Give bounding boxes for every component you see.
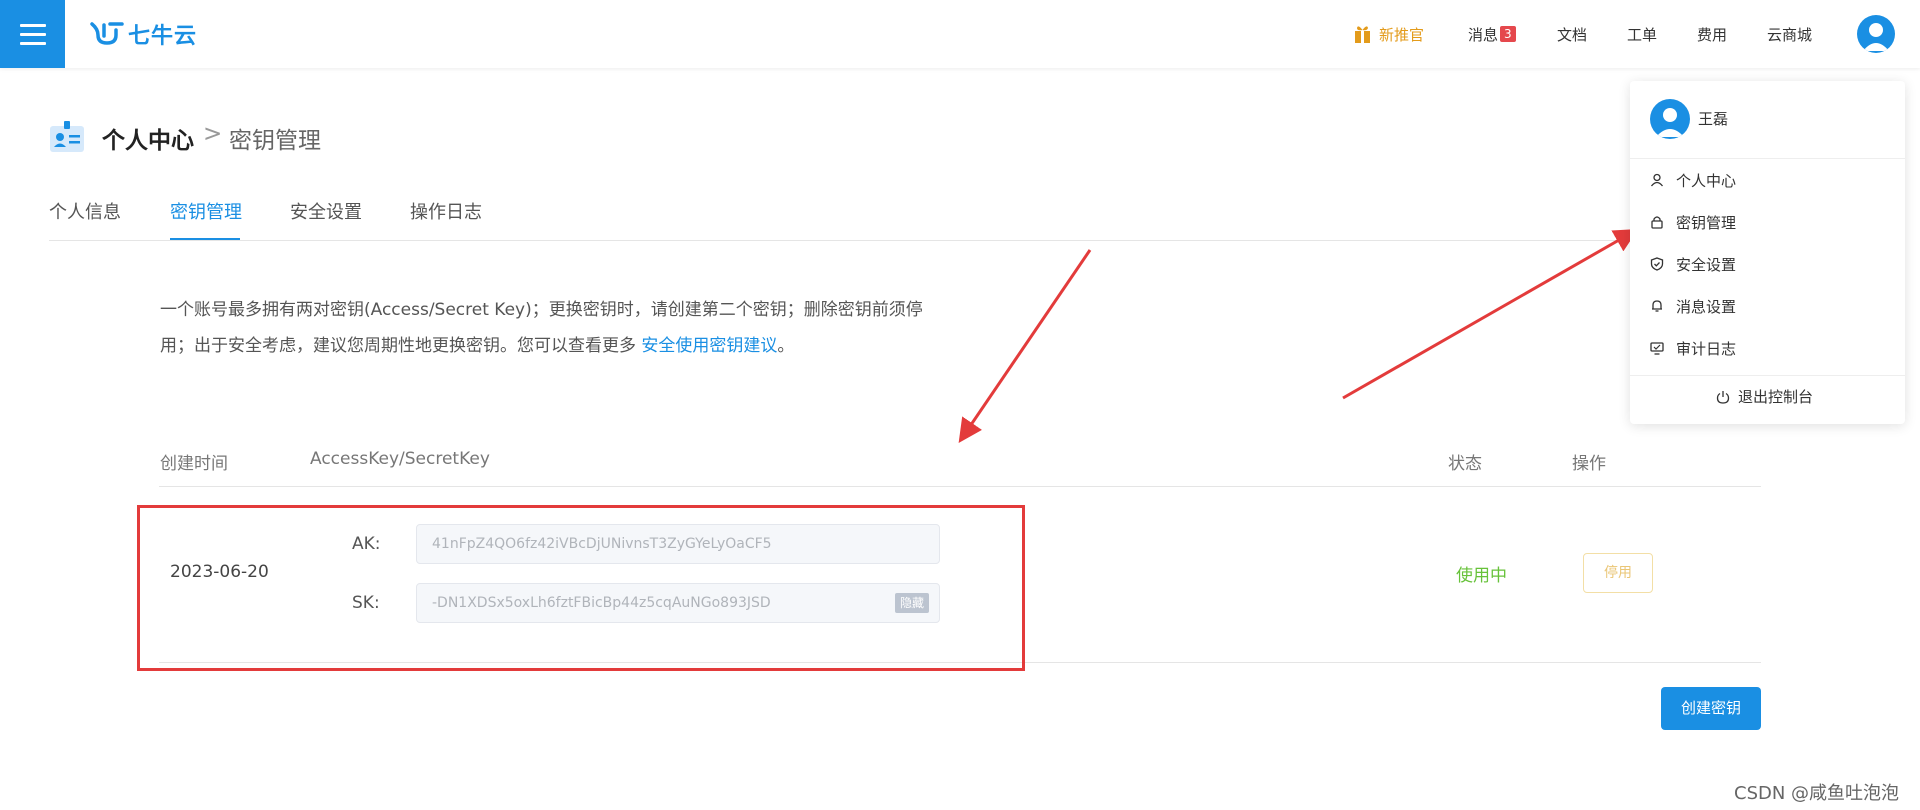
avatar-icon	[1656, 108, 1684, 137]
menu-item-audit-log[interactable]: 审计日志	[1650, 337, 1736, 359]
dropdown-divider	[1630, 158, 1905, 159]
user-icon	[1650, 173, 1664, 187]
menu-item-personal-center[interactable]: 个人中心	[1650, 169, 1736, 191]
user-dropdown-menu: 王磊 个人中心 密钥管理 安全设置 消息设置 审计日志 退出控制台	[1630, 81, 1905, 424]
bell-icon	[1652, 300, 1662, 312]
lock-icon	[1651, 216, 1663, 229]
monitor-icon	[1650, 342, 1664, 355]
watermark: CSDN @咸鱼吐泡泡	[1734, 783, 1900, 804]
dropdown-username: 王磊	[1698, 110, 1729, 128]
menu-item-security-settings[interactable]: 安全设置	[1650, 253, 1736, 275]
annotation-arrow-to-table	[958, 249, 1092, 443]
dropdown-divider	[1630, 375, 1905, 376]
power-icon	[1716, 390, 1730, 404]
menu-item-message-settings[interactable]: 消息设置	[1650, 295, 1736, 317]
annotation-arrow-to-menu	[1342, 229, 1639, 400]
dropdown-avatar	[1650, 99, 1690, 139]
logout-button[interactable]: 退出控制台	[1716, 386, 1813, 407]
shield-check-icon	[1650, 257, 1664, 271]
menu-item-key-management[interactable]: 密钥管理	[1650, 211, 1736, 233]
